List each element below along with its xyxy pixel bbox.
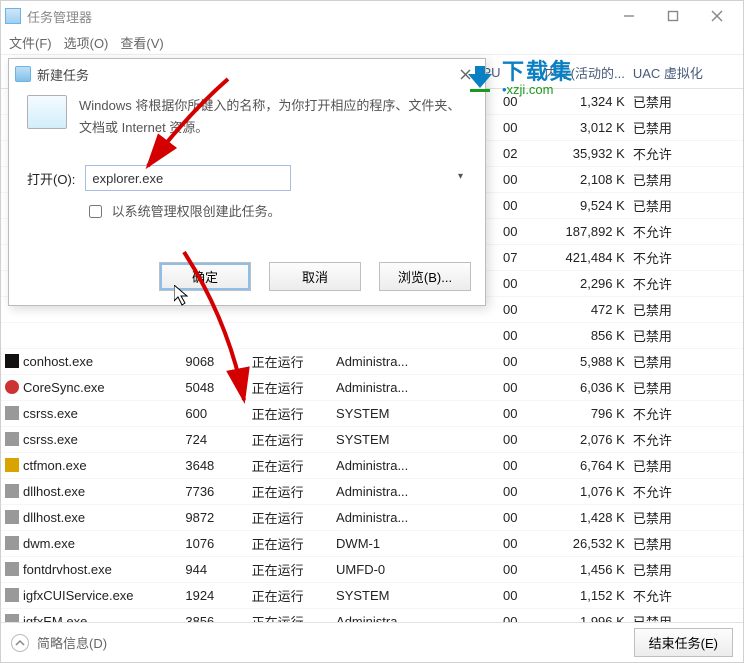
end-task-button[interactable]: 结束任务(E) (634, 628, 733, 657)
dialog-title: 新建任务 (37, 65, 89, 84)
process-icon (5, 614, 19, 622)
menu-view[interactable]: 查看(V) (120, 33, 163, 52)
menubar: 文件(F) 选项(O) 查看(V) (1, 31, 743, 55)
cancel-button[interactable]: 取消 (269, 262, 361, 291)
table-row[interactable]: 00856 K已禁用 (1, 323, 743, 349)
table-row[interactable]: fontdrvhost.exe944正在运行UMFD-0001,456 K已禁用 (1, 557, 743, 583)
run-icon (27, 95, 67, 129)
chevron-up-icon (11, 634, 29, 652)
process-icon (5, 562, 19, 576)
brief-info-label: 简略信息(D) (37, 633, 107, 652)
new-task-dialog: 新建任务 Windows 将根据你所键入的名称，为你打开相应的程序、文件夹、文档… (8, 58, 486, 306)
download-icon (464, 62, 496, 94)
watermark-url: •xzji.com (502, 83, 574, 97)
table-row[interactable]: CoreSync.exe5048正在运行Administra...006,036… (1, 375, 743, 401)
dropdown-icon[interactable]: ▾ (458, 171, 463, 182)
process-icon (5, 510, 19, 524)
table-row[interactable]: igfxCUIService.exe1924正在运行SYSTEM001,152 … (1, 583, 743, 609)
table-row[interactable]: dwm.exe1076正在运行DWM-10026,532 K已禁用 (1, 531, 743, 557)
table-row[interactable]: csrss.exe600正在运行SYSTEM00796 K不允许 (1, 401, 743, 427)
browse-button[interactable]: 浏览(B)... (379, 262, 471, 291)
footer: 简略信息(D) 结束任务(E) (1, 622, 743, 662)
process-icon (5, 458, 19, 472)
process-icon (5, 588, 19, 602)
table-row[interactable]: igfxEM.exe3856正在运行Administra...001,996 K… (1, 609, 743, 623)
command-input[interactable] (85, 165, 291, 191)
col-uac[interactable]: UAC 虚拟化 (629, 57, 743, 89)
process-icon (5, 432, 19, 446)
titlebar: 任务管理器 (1, 1, 743, 31)
brief-info-toggle[interactable]: 简略信息(D) (11, 633, 107, 652)
dialog-titlebar: 新建任务 (9, 59, 485, 89)
table-row[interactable]: conhost.exe9068正在运行Administra...005,988 … (1, 349, 743, 375)
watermark-cn: 下载集 (502, 60, 574, 83)
table-row[interactable]: csrss.exe724正在运行SYSTEM002,076 K不允许 (1, 427, 743, 453)
menu-file[interactable]: 文件(F) (9, 33, 52, 52)
process-icon (5, 354, 19, 368)
dialog-icon (15, 66, 31, 82)
watermark: 下载集 •xzji.com (464, 60, 574, 97)
app-icon (5, 8, 21, 24)
open-label: 打开(O): (27, 169, 75, 188)
process-icon (5, 484, 19, 498)
ok-button[interactable]: 确定 (159, 262, 251, 291)
admin-label: 以系统管理权限创建此任务。 (112, 204, 281, 219)
admin-checkbox[interactable] (89, 205, 102, 218)
menu-options[interactable]: 选项(O) (64, 33, 109, 52)
process-icon (5, 406, 19, 420)
dialog-description: Windows 将根据你所键入的名称，为你打开相应的程序、文件夹、文档或 Int… (79, 95, 467, 139)
maximize-button[interactable] (651, 2, 695, 30)
table-row[interactable]: dllhost.exe9872正在运行Administra...001,428 … (1, 505, 743, 531)
table-row[interactable]: dllhost.exe7736正在运行Administra...001,076 … (1, 479, 743, 505)
table-row[interactable]: ctfmon.exe3648正在运行Administra...006,764 K… (1, 453, 743, 479)
close-button[interactable] (695, 2, 739, 30)
process-icon (5, 380, 19, 394)
process-icon (5, 536, 19, 550)
window-title: 任务管理器 (27, 7, 92, 26)
minimize-button[interactable] (607, 2, 651, 30)
